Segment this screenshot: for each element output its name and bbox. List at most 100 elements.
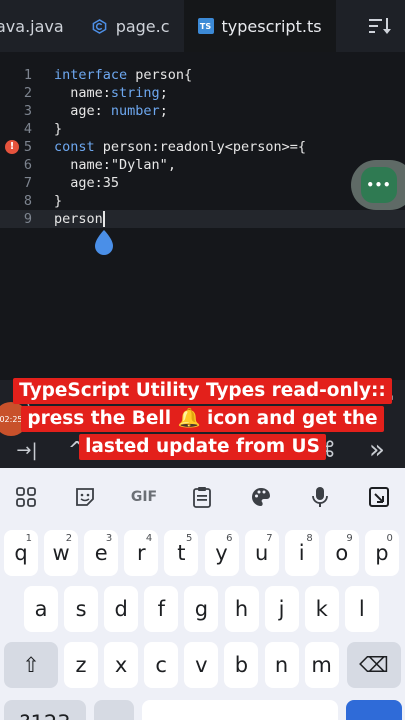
code-text: person <box>54 210 105 228</box>
caption-line-2: press the Bell 🔔 icon and get the <box>21 406 384 432</box>
key-label: q <box>14 541 28 565</box>
code-text: } <box>54 192 62 210</box>
text-cursor <box>102 211 105 227</box>
key-label: n <box>274 653 289 677</box>
backspace-key[interactable]: ⌫ <box>347 642 401 688</box>
palette-icon[interactable] <box>246 482 276 512</box>
key-label: ⌫ <box>359 653 389 677</box>
key-label: s <box>75 597 87 621</box>
code-line[interactable]: 8} <box>0 192 405 210</box>
key-label: z <box>75 653 87 677</box>
key-label: ?123 <box>19 711 70 720</box>
key-label: ⇧ <box>22 653 40 677</box>
key-k[interactable]: k <box>304 586 339 632</box>
key-label: c <box>155 653 167 677</box>
line-number: 4 <box>23 121 33 137</box>
keyboard-toolbar: GIF <box>0 468 405 526</box>
floating-keyboard-icon[interactable] <box>364 482 394 512</box>
apps-grid-icon[interactable] <box>11 482 41 512</box>
typescript-icon: TS <box>197 18 214 34</box>
key-l[interactable]: l <box>344 586 379 632</box>
line-number: 3 <box>23 103 33 119</box>
gif-button[interactable]: GIF <box>127 482 161 512</box>
code-line[interactable]: 3 age: number; <box>0 102 405 120</box>
symbols-key[interactable]: ?123 <box>4 700 86 720</box>
error-icon[interactable]: ! <box>5 140 19 154</box>
code-token: , <box>167 157 176 173</box>
space-key[interactable] <box>142 700 338 720</box>
sticker-icon[interactable] <box>70 482 100 512</box>
code-token: person <box>54 211 103 227</box>
key-y[interactable]: y6 <box>204 530 239 576</box>
code-token: age: <box>54 103 111 119</box>
key-o[interactable]: o9 <box>324 530 359 576</box>
code-token: name: <box>54 157 111 173</box>
key-number-hint: 8 <box>306 533 313 544</box>
key-label: u <box>254 541 269 565</box>
code-line[interactable]: ! 5 const person:readonly<person>={ <box>0 138 405 156</box>
sort-button[interactable] <box>355 0 405 52</box>
key-q[interactable]: q1 <box>4 530 38 576</box>
key-a[interactable]: a <box>24 586 58 632</box>
clipboard-icon[interactable] <box>187 482 217 512</box>
key-label: x <box>114 653 128 677</box>
tab-page-c[interactable]: page.c <box>78 0 184 52</box>
key-z[interactable]: z <box>64 642 98 688</box>
key-h[interactable]: h <box>224 586 259 632</box>
key-d[interactable]: d <box>104 586 139 632</box>
code-line[interactable]: 6 name:"Dylan", <box>0 156 405 174</box>
tab-java[interactable]: ava.java <box>0 0 78 52</box>
text-cursor-handle[interactable] <box>93 230 115 256</box>
code-token: } <box>54 121 63 137</box>
key-number-hint: 3 <box>105 533 113 544</box>
key-v[interactable]: v <box>184 642 219 688</box>
emoji-key[interactable] <box>94 700 134 720</box>
key-b[interactable]: b <box>224 642 259 688</box>
line-number: 8 <box>23 193 33 209</box>
key-c[interactable]: c <box>144 642 179 688</box>
key-e[interactable]: e3 <box>84 530 119 576</box>
code-editor[interactable]: 1 interface person{2 name:string; 3 age: n… <box>0 52 405 380</box>
more-options-button[interactable]: ••• <box>361 167 397 203</box>
key-label: f <box>157 597 165 621</box>
key-t[interactable]: t5 <box>164 530 199 576</box>
key-label: i <box>298 541 305 565</box>
key-u[interactable]: u7 <box>244 530 279 576</box>
key-s[interactable]: s <box>64 586 99 632</box>
key-number-hint: 2 <box>65 533 73 544</box>
key-label: p <box>375 541 389 565</box>
key-label: a <box>34 597 48 621</box>
key-n[interactable]: n <box>264 642 299 688</box>
key-label: b <box>234 653 249 677</box>
key-label: h <box>234 597 249 621</box>
key-r[interactable]: r4 <box>124 530 159 576</box>
code-line[interactable]: 7 age:35 <box>0 174 405 192</box>
microphone-icon[interactable] <box>305 482 335 512</box>
key-w[interactable]: w2 <box>44 530 79 576</box>
code-token: number <box>110 103 160 119</box>
caption-line-3: lasted update from US <box>79 434 326 460</box>
key-label: k <box>315 597 328 621</box>
code-text: name:string; <box>54 84 168 102</box>
code-token: ; <box>159 103 168 119</box>
key-g[interactable]: g <box>184 586 219 632</box>
code-line[interactable]: 4} <box>0 120 405 138</box>
caption-line-1: TypeScript Utility Types read-only:: <box>13 378 392 404</box>
line-number: 9 <box>23 211 33 227</box>
key-f[interactable]: f <box>144 586 179 632</box>
key-label: m <box>311 653 332 677</box>
key-j[interactable]: j <box>264 586 299 632</box>
key-m[interactable]: m <box>304 642 339 688</box>
key-i[interactable]: i8 <box>284 530 319 576</box>
key-x[interactable]: x <box>104 642 139 688</box>
key-number-hint: 1 <box>25 533 32 544</box>
code-line[interactable]: 2 name:string; <box>0 84 405 102</box>
code-line[interactable]: 9 person <box>0 210 405 228</box>
code-line[interactable]: 1 interface person{ <box>0 66 405 84</box>
shift-key[interactable]: ⇧ <box>4 642 58 688</box>
key-p[interactable]: p0 <box>364 530 399 576</box>
code-token: string <box>110 85 160 101</box>
enter-key[interactable] <box>346 700 402 720</box>
tab-typescript[interactable]: TS typescript.ts <box>183 0 336 52</box>
key-label: r <box>136 541 146 565</box>
